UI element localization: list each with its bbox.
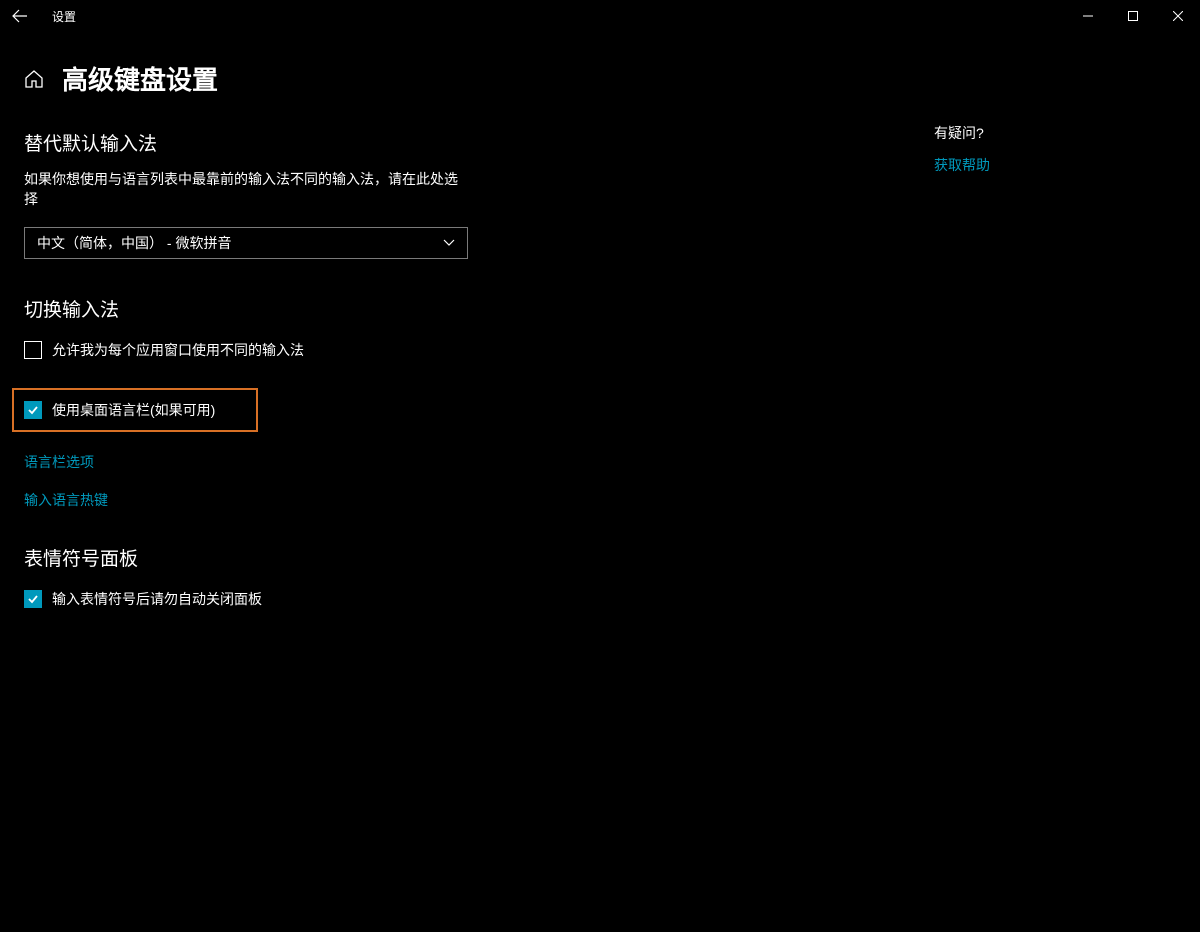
section-default-ime-desc: 如果你想使用与语言列表中最靠前的输入法不同的输入法，请在此处选择 — [24, 170, 464, 209]
sidebar-right: 有疑问? 获取帮助 — [934, 117, 990, 637]
titlebar: 设置 — [0, 0, 1200, 32]
minimize-button[interactable] — [1065, 0, 1110, 32]
main-content: 替代默认输入法 如果你想使用与语言列表中最靠前的输入法不同的输入法，请在此处选择… — [24, 117, 704, 637]
link-language-bar-options[interactable]: 语言栏选项 — [24, 452, 704, 472]
section-emoji-panel: 表情符号面板 输入表情符号后请勿自动关闭面板 — [24, 544, 704, 613]
page-header: 高级键盘设置 — [0, 32, 1200, 117]
dropdown-value: 中文（简体，中国） - 微软拼音 — [37, 233, 231, 253]
window-title: 设置 — [52, 8, 76, 25]
link-input-language-hotkeys[interactable]: 输入语言热键 — [24, 490, 704, 510]
checkbox-label: 使用桌面语言栏(如果可用) — [52, 400, 215, 420]
checkmark-icon — [27, 404, 39, 416]
checkbox-per-app-ime[interactable]: 允许我为每个应用窗口使用不同的输入法 — [24, 336, 704, 364]
close-button[interactable] — [1155, 0, 1200, 32]
section-emoji-title: 表情符号面板 — [24, 544, 704, 571]
checkbox-emoji-autoclose[interactable]: 输入表情符号后请勿自动关闭面板 — [24, 585, 704, 613]
default-ime-dropdown[interactable]: 中文（简体，中国） - 微软拼音 — [24, 227, 468, 259]
checkbox-box — [24, 401, 42, 419]
titlebar-left: 设置 — [10, 6, 76, 26]
checkbox-box — [24, 341, 42, 359]
chevron-down-icon — [443, 239, 455, 247]
maximize-icon — [1128, 11, 1138, 21]
close-icon — [1173, 11, 1183, 21]
sidebar-heading: 有疑问? — [934, 123, 990, 143]
checkbox-desktop-language-bar[interactable]: 使用桌面语言栏(如果可用) — [12, 388, 258, 432]
section-switch-ime: 切换输入法 允许我为每个应用窗口使用不同的输入法 使用桌面语言栏(如果可用) 语… — [24, 295, 704, 510]
links-group: 语言栏选项 输入语言热键 — [24, 452, 704, 510]
home-button[interactable] — [24, 69, 44, 89]
content: 替代默认输入法 如果你想使用与语言列表中最靠前的输入法不同的输入法，请在此处选择… — [0, 117, 1200, 637]
back-button[interactable] — [10, 6, 30, 26]
section-switch-ime-title: 切换输入法 — [24, 295, 704, 322]
page-title: 高级键盘设置 — [62, 60, 218, 97]
minimize-icon — [1083, 11, 1093, 21]
section-default-ime-title: 替代默认输入法 — [24, 129, 704, 156]
checkmark-icon — [27, 593, 39, 605]
arrow-left-icon — [12, 9, 28, 23]
checkbox-label: 允许我为每个应用窗口使用不同的输入法 — [52, 340, 304, 360]
home-icon — [24, 69, 44, 89]
link-get-help[interactable]: 获取帮助 — [934, 157, 990, 173]
titlebar-controls — [1065, 0, 1200, 32]
maximize-button[interactable] — [1110, 0, 1155, 32]
checkbox-label: 输入表情符号后请勿自动关闭面板 — [52, 589, 262, 609]
checkbox-box — [24, 590, 42, 608]
